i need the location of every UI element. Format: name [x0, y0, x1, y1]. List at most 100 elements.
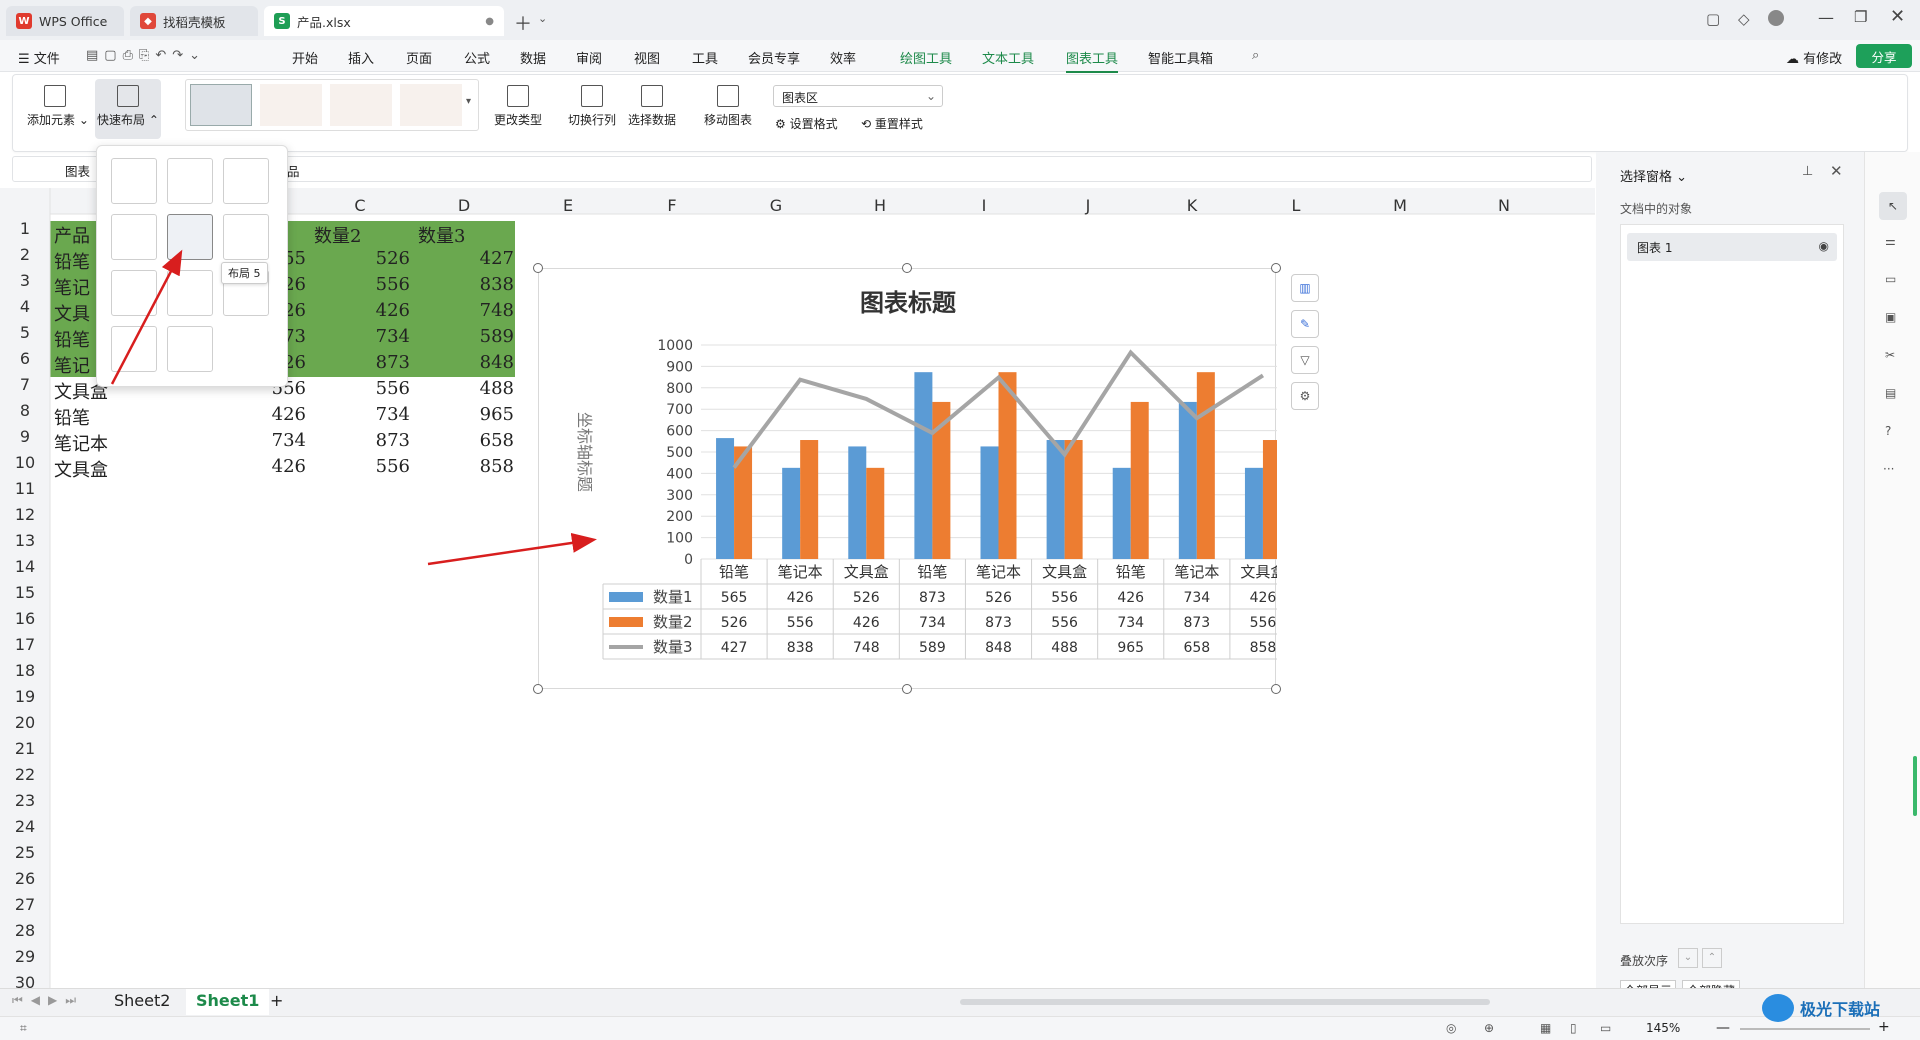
column-header[interactable]: I [964, 196, 1004, 215]
cell-qty3[interactable]: 838 [434, 274, 514, 295]
chart-style-3[interactable] [330, 84, 392, 126]
tab-template[interactable]: ◆ 找稻壳模板 [130, 6, 258, 36]
row-header[interactable]: 27 [0, 895, 50, 914]
cell-qty3[interactable]: 965 [434, 404, 514, 425]
chevron-down-icon[interactable]: ⌄ [538, 12, 547, 25]
sliders-icon[interactable]: ⚌ [1885, 234, 1896, 248]
cell-product[interactable]: 文具盒 [54, 456, 108, 482]
resize-handle[interactable] [1271, 263, 1281, 273]
new-tab-icon[interactable]: ＋ [514, 10, 532, 36]
menu-smart-toolbox[interactable]: 智能工具箱 [1148, 48, 1213, 67]
resize-handle[interactable] [533, 263, 543, 273]
share-button[interactable]: 分享 [1856, 44, 1912, 68]
name-box[interactable]: 图表 [65, 161, 90, 180]
cell-product[interactable]: 笔记本 [54, 430, 108, 456]
cell-qty1[interactable]: 734 [226, 430, 306, 451]
page-view-icon[interactable]: ▯ [1570, 1021, 1577, 1035]
cell-qty2[interactable]: 734 [330, 404, 410, 425]
cell-d1[interactable]: 数量3 [418, 222, 465, 248]
cell-qty2[interactable]: 556 [330, 456, 410, 477]
row-header[interactable]: 3 [0, 271, 50, 290]
column-header[interactable]: E [548, 196, 588, 215]
column-header[interactable]: L [1276, 196, 1316, 215]
sheet-nav-arrows[interactable]: ⏮◀▶⏭ [12, 993, 84, 1008]
pane-title[interactable]: 选择窗格 ⌄ [1620, 166, 1687, 185]
sheet-tab-sheet2[interactable]: Sheet2 [114, 991, 170, 1010]
move-chart-button[interactable]: 移动图表 [701, 85, 755, 128]
row-header[interactable]: 24 [0, 817, 50, 836]
add-element-button[interactable]: 添加元素 ⌄ [27, 85, 89, 128]
row-header[interactable]: 21 [0, 739, 50, 758]
cell-qty3[interactable]: 858 [434, 456, 514, 477]
cell-qty3[interactable]: 427 [434, 248, 514, 269]
row-header[interactable]: 4 [0, 297, 50, 316]
chart-settings-icon[interactable]: ⚙ [1291, 382, 1319, 410]
cell-product[interactable]: 文具 [54, 300, 90, 326]
menu-start[interactable]: 开始 [292, 48, 318, 67]
eye-protection-icon[interactable]: ◎ [1446, 1021, 1456, 1035]
menu-efficiency[interactable]: 效率 [830, 48, 856, 67]
cube-icon[interactable]: ◇ [1738, 10, 1750, 28]
menu-member[interactable]: 会员专享 [748, 48, 800, 67]
file-menu[interactable]: ☰ 文件 [18, 48, 60, 67]
add-sheet-icon[interactable]: + [270, 991, 283, 1010]
macro-icon[interactable]: ⌗ [20, 1021, 27, 1036]
cell-product[interactable]: 笔记 [54, 352, 90, 378]
chart-elements-icon[interactable]: ▥ [1291, 274, 1319, 302]
quick-access-icons[interactable]: ▤▢⎙⎘↶↷⌄ [86, 48, 206, 63]
menu-drawing-tools[interactable]: 绘图工具 [900, 48, 952, 67]
resize-handle[interactable] [533, 684, 543, 694]
row-header[interactable]: 26 [0, 869, 50, 888]
tools-icon[interactable]: ✂ [1885, 348, 1895, 362]
gallery-expand-icon[interactable]: ▾ [466, 96, 471, 107]
image-icon[interactable]: ▣ [1885, 310, 1896, 324]
row-header[interactable]: 19 [0, 687, 50, 706]
reset-style-button[interactable]: ⟲ 重置样式 [861, 115, 923, 132]
cell-product[interactable]: 笔记 [54, 274, 90, 300]
object-item-chart1[interactable]: 图表 1 ◉ [1627, 233, 1837, 261]
menu-chart-tools[interactable]: 图表工具 [1066, 48, 1119, 73]
menu-page[interactable]: 页面 [406, 48, 432, 67]
cell-qty2[interactable]: 873 [330, 352, 410, 373]
row-header[interactable]: 23 [0, 791, 50, 810]
scroll-indicator[interactable] [1913, 756, 1917, 816]
menu-insert[interactable]: 插入 [348, 48, 374, 67]
resize-handle[interactable] [1271, 684, 1281, 694]
menu-data[interactable]: 数据 [520, 48, 546, 67]
comment-icon[interactable]: ▭ [1885, 272, 1896, 286]
cell-c1[interactable]: 数量2 [314, 222, 361, 248]
cell-qty2[interactable]: 873 [330, 430, 410, 451]
change-type-button[interactable]: 更改类型 [491, 85, 545, 128]
pin-icon[interactable]: ⊥ [1802, 164, 1813, 179]
layout-7-option[interactable] [111, 270, 157, 316]
row-header[interactable]: 20 [0, 713, 50, 732]
normal-view-icon[interactable]: ▦ [1540, 1021, 1551, 1035]
formula-input[interactable]: 品 [287, 161, 300, 180]
cell-qty3[interactable]: 848 [434, 352, 514, 373]
cell-qty3[interactable]: 488 [434, 378, 514, 399]
layout-6-option[interactable] [223, 214, 269, 260]
cell-a1[interactable]: 产品 [54, 222, 90, 248]
row-header[interactable]: 22 [0, 765, 50, 784]
row-header[interactable]: 5 [0, 323, 50, 342]
minimize-icon[interactable]: — [1818, 8, 1834, 27]
cell-qty3[interactable]: 658 [434, 430, 514, 451]
chart-style-2[interactable] [260, 84, 322, 126]
cell-qty2[interactable]: 556 [330, 378, 410, 399]
cell-qty1[interactable]: 426 [226, 404, 306, 425]
close-pane-icon[interactable]: ✕ [1830, 162, 1843, 180]
menu-text-tools[interactable]: 文本工具 [982, 48, 1034, 67]
move-down-icon[interactable]: ⌄ [1678, 948, 1698, 968]
row-header[interactable]: 28 [0, 921, 50, 940]
has-changes-button[interactable]: ☁ 有修改 [1786, 48, 1842, 67]
row-header[interactable]: 13 [0, 531, 50, 550]
select-data-button[interactable]: 选择数据 [625, 85, 679, 128]
row-header[interactable]: 9 [0, 427, 50, 446]
row-header[interactable]: 1 [0, 219, 50, 238]
layout-8-option[interactable] [167, 270, 213, 316]
cell-qty2[interactable]: 556 [330, 274, 410, 295]
zoom-level[interactable]: 145% [1646, 1021, 1680, 1035]
switch-rowcol-button[interactable]: 切换行列 [565, 85, 619, 128]
row-header[interactable]: 18 [0, 661, 50, 680]
row-header[interactable]: 29 [0, 947, 50, 966]
